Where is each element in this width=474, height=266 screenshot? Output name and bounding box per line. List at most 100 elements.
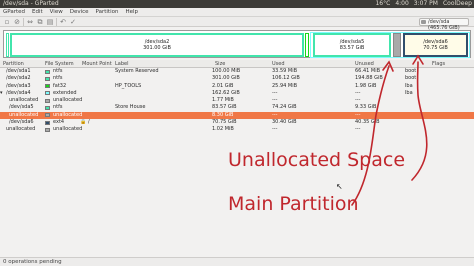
resize-move-icon[interactable]: ⇔ (26, 18, 34, 26)
undo-icon[interactable]: ↶ (59, 18, 67, 26)
partition-name: /dev/sda6 (9, 119, 34, 126)
partition-label: HP_TOOLS (115, 82, 142, 89)
file-system: ntfs (53, 104, 63, 111)
partition-unused: --- (355, 89, 361, 96)
window-title: /dev/sda - GParted (3, 0, 59, 7)
disk-map-sda5[interactable]: /dev/sda5 83.57 GiB (313, 33, 391, 57)
partition-name: /dev/sda1 (6, 68, 31, 74)
menu-partition[interactable]: Partition (96, 8, 119, 16)
apply-icon[interactable]: ✓ (69, 18, 77, 26)
partition-flags: lba (405, 89, 413, 96)
menu-view[interactable]: View (50, 8, 63, 16)
toolbar: ▫ ⊘ ⇔ ⧉ ▤ ↶ ✓ /dev/sda (465.76 GiB) (0, 17, 474, 31)
weather-indicator[interactable]: 16°C (375, 0, 390, 8)
partition-label: System Reserved (115, 68, 159, 74)
partition-size: 2.01 GiB (212, 82, 234, 89)
column-flags[interactable]: Flags (432, 60, 445, 68)
disk-map-sda3[interactable] (305, 33, 309, 57)
file-system: fat32 (53, 82, 67, 89)
partition-label: Store House (115, 104, 146, 111)
operations-pending: 0 operations pending (3, 259, 62, 265)
partition-flags: lba (405, 82, 413, 89)
disk-map-sda6-size: 70.75 GiB (423, 45, 448, 51)
table-row[interactable]: /dev/sda2 ntfs 301.00 GiB 106.12 GiB 194… (0, 75, 474, 82)
paste-icon[interactable]: ▤ (46, 18, 54, 26)
partition-unused: --- (355, 126, 361, 133)
partition-unused: 1.98 GiB (355, 82, 377, 89)
file-system: extended (53, 89, 77, 96)
clock[interactable]: 3:07 PM (414, 0, 438, 8)
disk-map: /dev/sda2 301.00 GiB /dev/sda5 83.57 GiB… (3, 30, 471, 58)
column-unused[interactable]: Unused (355, 60, 374, 68)
column-file-system[interactable]: File System (45, 60, 74, 68)
partition-used: 33.59 MiB (272, 68, 298, 74)
column-used[interactable]: Used (272, 60, 285, 68)
device-selector[interactable]: /dev/sda (465.76 GiB) (419, 18, 469, 31)
battery-indicator[interactable]: 4:00 (395, 0, 408, 8)
disk-map-sda5-size: 83.57 GiB (339, 45, 365, 51)
fs-color-swatch (45, 120, 50, 125)
partition-table: Partition File System Mount Point Label … (0, 60, 474, 134)
status-bar: 0 operations pending (0, 257, 474, 266)
partition-used: --- (272, 126, 278, 133)
partition-used: 74.24 GiB (272, 104, 297, 111)
file-system: ntfs (53, 75, 63, 82)
table-row[interactable]: /dev/sda5 ntfs Store House 83.57 GiB 74.… (0, 104, 474, 111)
disk-map-sda2[interactable]: /dev/sda2 301.00 GiB (10, 33, 304, 57)
disk-map-unallocated[interactable] (393, 33, 401, 57)
table-row[interactable]: unallocated unallocated 1.77 MiB --- --- (0, 97, 474, 104)
file-system: unallocated (53, 111, 83, 118)
file-system: unallocated (53, 126, 83, 133)
partition-used: --- (272, 111, 278, 118)
column-partition[interactable]: Partition (3, 60, 24, 68)
partition-used: 30.40 GiB (272, 119, 297, 126)
fs-color-swatch (45, 84, 50, 89)
lock-icon: 🔒 (80, 119, 87, 126)
annotation-unallocated-space: Unallocated Space (228, 149, 406, 171)
partition-unused: 40.35 GiB (355, 119, 380, 126)
collapse-triangle-icon[interactable]: ▾ (0, 90, 3, 97)
menu-gparted[interactable]: GParted (3, 8, 25, 16)
disk-icon (421, 20, 426, 24)
delete-partition-icon[interactable]: ⊘ (13, 18, 21, 26)
fs-color-swatch (45, 105, 50, 110)
partition-size: 83.57 GiB (212, 104, 237, 111)
table-row[interactable]: unallocated unallocated 1.02 MiB --- --- (0, 126, 474, 133)
new-partition-icon[interactable]: ▫ (3, 18, 11, 26)
mouse-cursor-icon: ↖ (336, 182, 343, 191)
table-row[interactable]: /dev/sda3 fat32 HP_TOOLS 2.01 GiB 25.94 … (0, 83, 474, 90)
partition-name: unallocated (9, 111, 39, 118)
disk-map-sda2-size: 301.00 GiB (143, 45, 171, 51)
table-row[interactable]: ▾ /dev/sda4 extended 162.62 GiB --- --- … (0, 90, 474, 97)
partition-unused: 194.88 GiB (355, 75, 383, 82)
partition-size: 162.62 GiB (212, 89, 240, 96)
annotation-main-partition: Main Partition (228, 193, 359, 215)
partition-size: 1.02 MiB (212, 126, 234, 133)
file-system: ntfs (53, 68, 63, 74)
user-menu[interactable]: CoolDeep (443, 0, 472, 8)
menu-bar: GParted Edit View Device Partition Help (0, 8, 474, 17)
fs-color-swatch (45, 69, 50, 74)
menu-device[interactable]: Device (70, 8, 89, 16)
table-row[interactable]: /dev/sda1 ntfs System Reserved 100.00 Mi… (0, 68, 474, 75)
disk-map-sda1[interactable] (6, 33, 9, 57)
partition-name: /dev/sda5 (9, 104, 34, 111)
column-size[interactable]: Size (215, 60, 225, 68)
menu-edit[interactable]: Edit (32, 8, 43, 16)
partition-size: 301.00 GiB (212, 75, 240, 82)
toolbar-separator (56, 18, 57, 26)
menu-help[interactable]: Help (125, 8, 138, 16)
table-row-selected[interactable]: unallocated unallocated 8.30 GiB --- --- (0, 111, 474, 120)
column-mount-point[interactable]: Mount Point (82, 60, 112, 68)
partition-flags: boot (405, 68, 417, 74)
copy-icon[interactable]: ⧉ (36, 18, 44, 26)
disk-map-sda6[interactable]: /dev/sda6 70.75 GiB (403, 33, 468, 57)
toolbar-separator (23, 18, 24, 26)
top-panel: /dev/sda - GParted 16°C 4:00 3:07 PM Coo… (0, 0, 474, 8)
fs-color-swatch (45, 113, 50, 118)
file-system: ext4 (53, 119, 65, 126)
column-label[interactable]: Label (115, 60, 129, 68)
table-row[interactable]: /dev/sda6 ext4 🔒 / 70.75 GiB 30.40 GiB 4… (0, 119, 474, 126)
fs-color-swatch (45, 91, 50, 96)
partition-unused: --- (355, 111, 361, 118)
